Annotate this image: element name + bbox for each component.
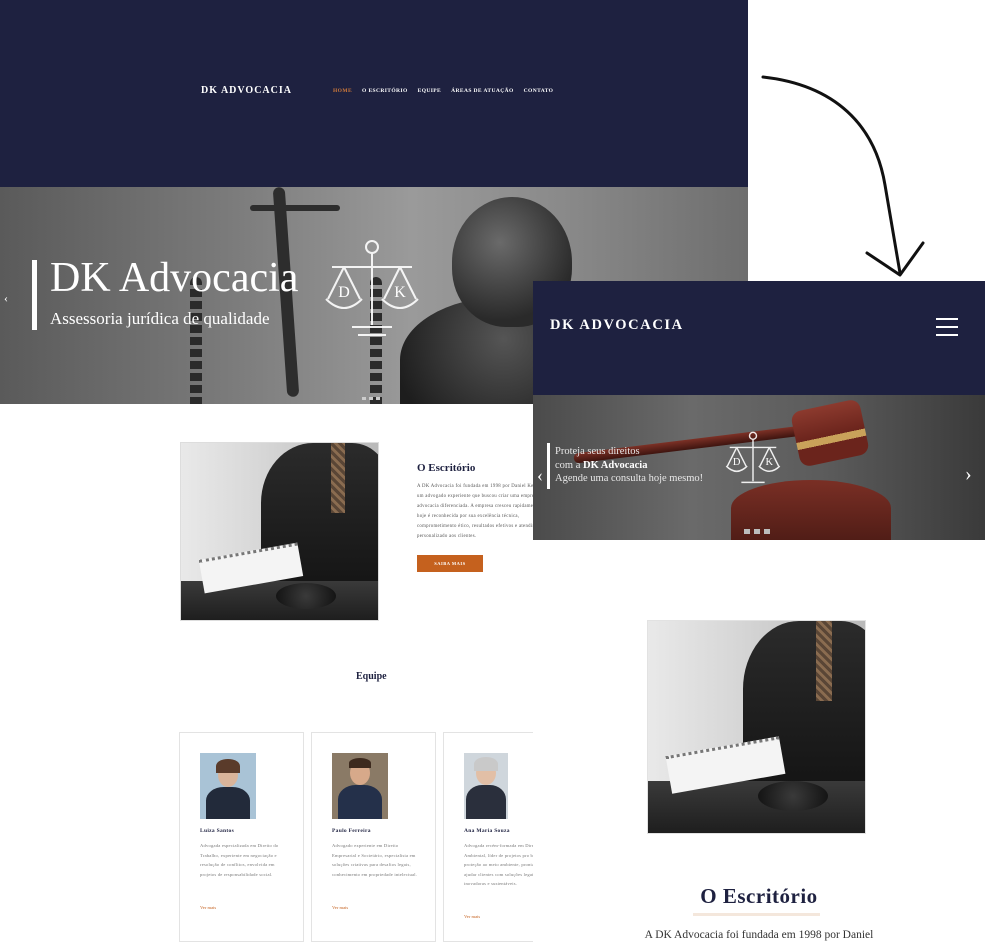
hero-prev-arrow[interactable]: ‹ <box>4 291 8 306</box>
member-name: Luiza Santos <box>200 828 235 834</box>
team-title: Equipe <box>356 671 387 682</box>
transition-arrow-icon <box>761 75 925 277</box>
desktop-header: DK ADVOCACIA HOME O ESCRITÓRIO EQUIPE ÁR… <box>0 0 748 187</box>
office-text: A DK Advocacia foi fundada em 1998 por D… <box>417 484 547 539</box>
office-image <box>180 442 379 621</box>
avatar <box>332 753 388 819</box>
office-title: O Escritório <box>417 462 476 474</box>
office-image <box>647 620 866 834</box>
avatar <box>464 753 508 819</box>
hero-dot[interactable] <box>764 529 770 534</box>
member-more-link[interactable]: Ver mais <box>332 905 348 910</box>
member-bio: Advogado experiente em Direito Empresari… <box>332 843 418 877</box>
member-name: Paulo Ferreira <box>332 828 371 834</box>
hero-brand: DK Advocacia <box>583 459 648 471</box>
emblem-letter-k: K <box>766 457 774 468</box>
hero-title: DK Advocacia <box>50 255 299 301</box>
hero-dot[interactable] <box>754 529 760 534</box>
member-bio: Advogada especializada em Direito do Tra… <box>200 843 279 877</box>
hero-dot[interactable] <box>362 397 366 400</box>
nav-team[interactable]: EQUIPE <box>418 88 442 94</box>
learn-more-button[interactable]: SAIBA MAIS <box>417 555 483 572</box>
nav-practice-areas[interactable]: ÁREAS DE ATUAÇÃO <box>451 88 514 94</box>
mobile-logo[interactable]: DK ADVOCACIA <box>550 317 684 334</box>
mobile-header: DK ADVOCACIA <box>533 281 985 395</box>
scales-emblem-icon: D K <box>725 431 781 484</box>
hero-dot[interactable] <box>376 397 380 400</box>
emblem-letter-d: D <box>733 457 741 468</box>
mobile-hero-text: Proteja seus direitos com a DK Advocacia… <box>555 445 703 486</box>
scales-emblem-icon: D K <box>325 240 419 336</box>
office-title: O Escritório <box>700 884 818 908</box>
hamburger-menu-icon[interactable] <box>936 318 960 336</box>
hero-accent-bar <box>547 443 550 489</box>
emblem-letter-k: K <box>394 284 406 301</box>
hero-prev-arrow[interactable]: ‹ <box>537 465 543 486</box>
member-more-link[interactable]: Ver mais <box>464 914 480 919</box>
office-text: A DK Advocacia foi fundada em 1998 por D… <box>644 929 874 941</box>
team-card: Paulo Ferreira Advogado experiente em Di… <box>311 732 436 942</box>
desktop-logo[interactable]: DK ADVOCACIA <box>201 85 292 96</box>
mobile-hero-slider: D K Proteja seus direitos com a DK Advoc… <box>533 395 985 540</box>
member-name: Ana Maria Souza <box>464 828 510 834</box>
hero-dots <box>744 529 770 534</box>
gavel-head-graphic <box>789 398 871 468</box>
emblem-letter-d: D <box>338 284 350 301</box>
nav-home[interactable]: HOME <box>333 88 352 94</box>
hero-line-1: Proteja seus direitos <box>555 446 640 457</box>
title-underline <box>693 913 820 916</box>
scale-beam-graphic <box>250 205 340 211</box>
member-more-link[interactable]: Ver mais <box>200 905 216 910</box>
mobile-preview: DK ADVOCACIA D K Proteja seus direitos c… <box>533 281 985 948</box>
avatar <box>200 753 256 819</box>
hero-dot[interactable] <box>744 529 750 534</box>
hero-subtitle: Assessoria jurídica de qualidade <box>50 309 270 328</box>
nav-contact[interactable]: CONTATO <box>524 88 554 94</box>
team-card: Luiza Santos Advogada especializada em D… <box>179 732 304 942</box>
nav-office[interactable]: O ESCRITÓRIO <box>362 88 408 94</box>
hero-dots <box>362 397 380 400</box>
hero-line-2: com a DK Advocacia <box>555 459 648 471</box>
desktop-nav: HOME O ESCRITÓRIO EQUIPE ÁREAS DE ATUAÇÃ… <box>333 88 553 94</box>
hero-accent-bar <box>32 260 37 330</box>
hero-next-arrow[interactable]: › <box>965 463 972 486</box>
hero-dot[interactable] <box>369 397 373 400</box>
hero-line-3: Agende uma consulta hoje mesmo! <box>555 473 704 484</box>
